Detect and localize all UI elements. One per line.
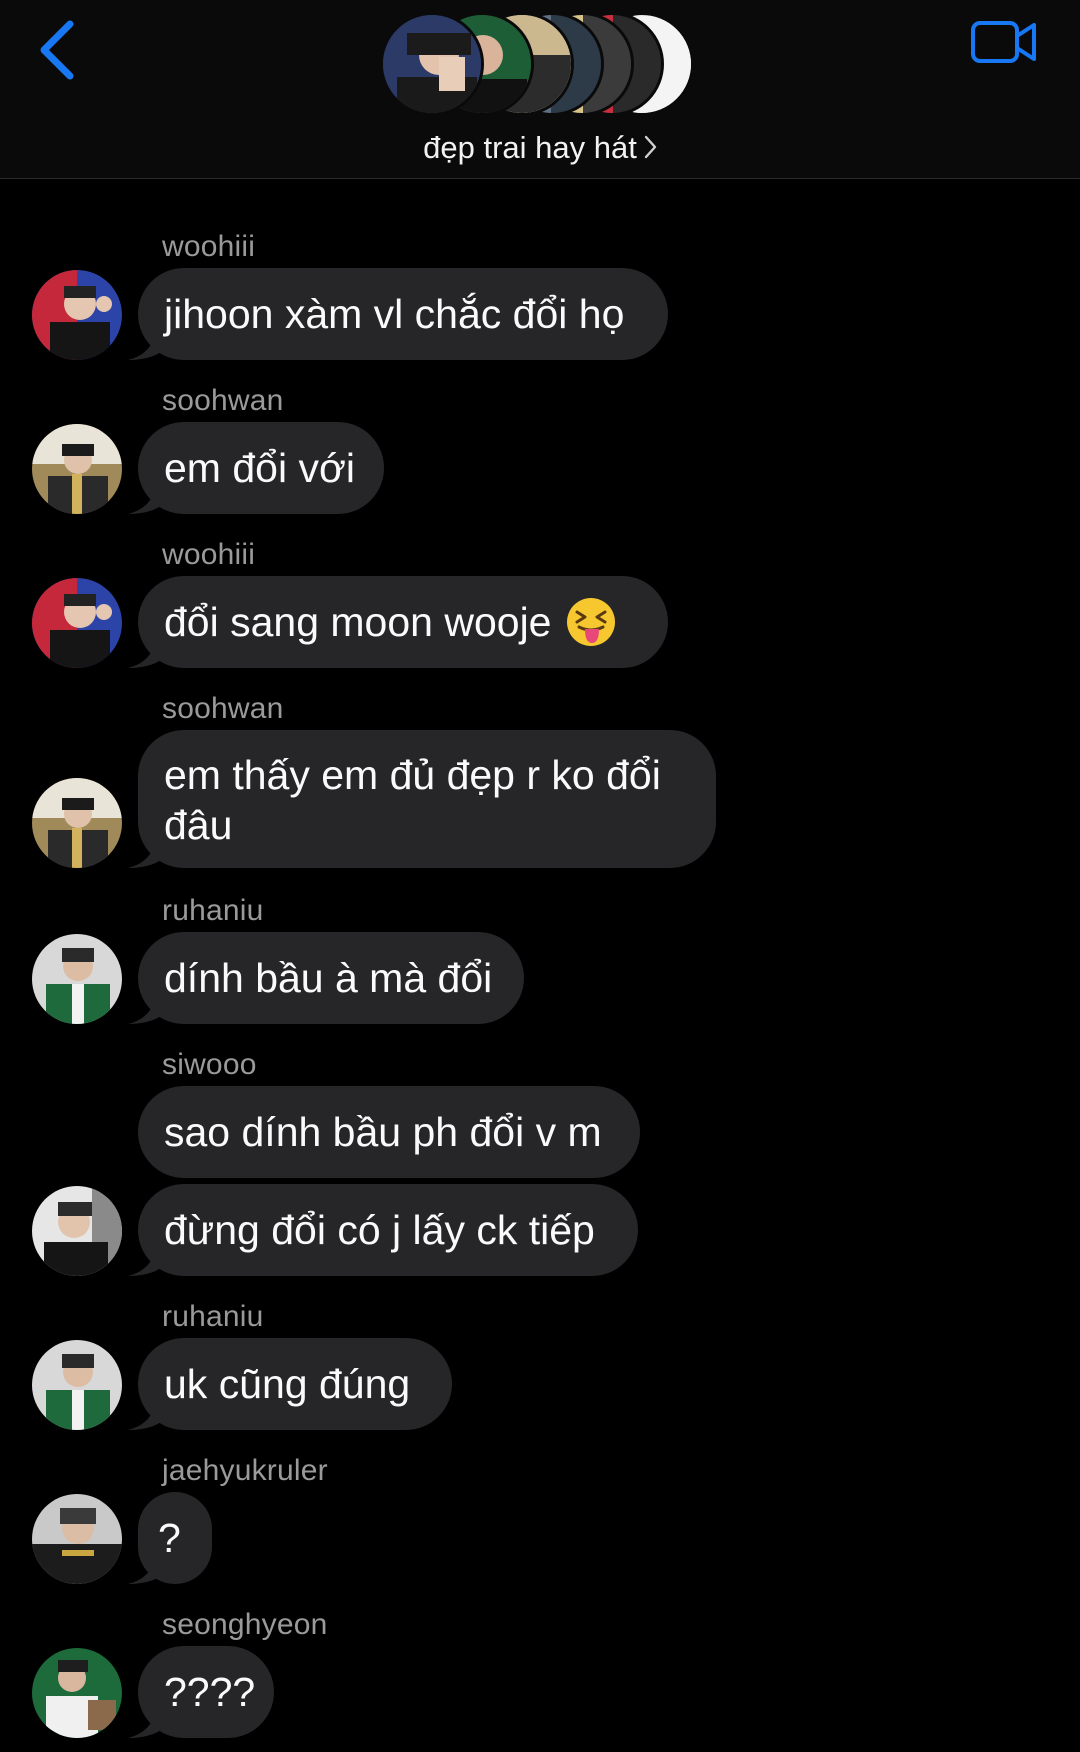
message-text: dính bầu à mà đổi bbox=[164, 955, 493, 1001]
bubble-tail bbox=[128, 1708, 166, 1738]
message-text: sao dính bầu ph đổi v m bbox=[164, 1109, 602, 1155]
back-button[interactable] bbox=[34, 18, 84, 82]
message-sender: soohwan bbox=[162, 692, 284, 725]
bubble-tail bbox=[128, 994, 166, 1024]
avatar[interactable] bbox=[32, 1340, 122, 1430]
message-sender: siwooo bbox=[162, 1048, 257, 1081]
chevron-right-icon bbox=[643, 132, 657, 168]
bubble-tail bbox=[128, 330, 166, 360]
chat-header: đẹp trai hay hát bbox=[0, 0, 1080, 179]
message-text: đừng đổi có j lấy ck tiếp bbox=[164, 1207, 595, 1253]
avatar[interactable] bbox=[32, 1186, 122, 1276]
message-sender: woohiii bbox=[162, 230, 256, 263]
message-text-line: em thấy em đủ đẹp r ko đổi bbox=[164, 752, 661, 798]
squinting-face-with-tongue-icon bbox=[567, 598, 616, 646]
message-text: đổi sang moon wooje bbox=[164, 599, 552, 645]
video-camera-icon bbox=[971, 21, 1036, 63]
message-bubble[interactable]: đổi sang moon wooje bbox=[138, 576, 668, 668]
bubble-tail bbox=[128, 838, 166, 868]
message-text-line: đâu bbox=[164, 802, 233, 848]
group-name-button[interactable]: đẹp trai hay hát bbox=[0, 130, 1080, 168]
message-text: em đổi với bbox=[164, 445, 355, 491]
message-bubble[interactable]: uk cũng đúng bbox=[138, 1338, 452, 1430]
bubble-tail bbox=[128, 1400, 166, 1430]
message-text: ???? bbox=[164, 1669, 256, 1715]
message-sender: jaehyukruler bbox=[162, 1454, 328, 1487]
avatar[interactable] bbox=[32, 424, 122, 514]
avatar[interactable] bbox=[32, 934, 122, 1024]
bubble-tail bbox=[128, 484, 166, 514]
message-sender: ruhaniu bbox=[162, 894, 264, 927]
message-text: uk cũng đúng bbox=[164, 1361, 411, 1407]
message-text: jihoon xàm vl chắc đổi họ bbox=[164, 291, 625, 337]
group-avatar-stack[interactable] bbox=[380, 8, 700, 120]
video-call-button[interactable] bbox=[970, 18, 1040, 66]
bubble-tail bbox=[128, 1246, 166, 1276]
group-name: đẹp trai hay hát bbox=[423, 130, 637, 165]
group-member-avatar bbox=[380, 12, 484, 116]
message-bubble[interactable]: jihoon xàm vl chắc đổi họ bbox=[138, 268, 668, 360]
message-bubble[interactable]: đừng đổi có j lấy ck tiếp bbox=[138, 1184, 638, 1276]
avatar[interactable] bbox=[32, 1648, 122, 1738]
bubble-tail bbox=[128, 638, 166, 668]
message-bubble[interactable]: em thấy em đủ đẹp r ko đổi đâu bbox=[138, 730, 716, 868]
message-bubble[interactable]: sao dính bầu ph đổi v m bbox=[138, 1086, 640, 1178]
message-bubble[interactable]: dính bầu à mà đổi bbox=[138, 932, 524, 1024]
avatar[interactable] bbox=[32, 270, 122, 360]
message-sender: soohwan bbox=[162, 384, 284, 417]
bubble-tail bbox=[128, 1554, 166, 1584]
message-sender: ruhaniu bbox=[162, 1300, 264, 1333]
message-sender: seonghyeon bbox=[162, 1608, 328, 1641]
message-bubble[interactable]: em đổi với bbox=[138, 422, 384, 514]
chevron-left-icon bbox=[40, 20, 74, 80]
avatar[interactable] bbox=[32, 1494, 122, 1584]
avatar[interactable] bbox=[32, 578, 122, 668]
message-sender: woohiii bbox=[162, 538, 256, 571]
avatar[interactable] bbox=[32, 778, 122, 868]
